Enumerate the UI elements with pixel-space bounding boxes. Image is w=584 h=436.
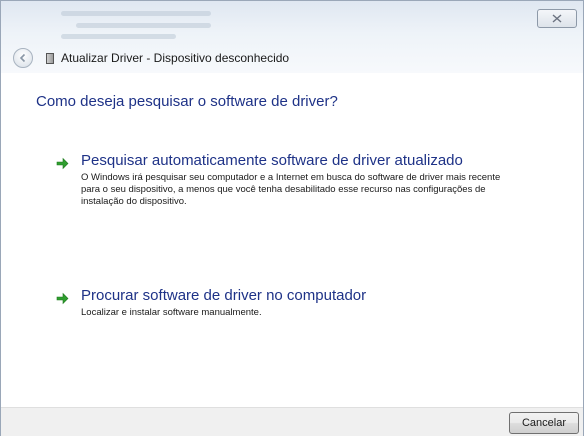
device-icon (46, 52, 54, 64)
page-question: Como deseja pesquisar o software de driv… (36, 93, 338, 110)
back-arrow-icon (19, 53, 26, 63)
back-button[interactable] (13, 48, 33, 68)
close-icon (552, 14, 562, 23)
option-description: Localizar e instalar software manualment… (81, 307, 262, 318)
dialog-content: Como deseja pesquisar o software de driv… (1, 73, 583, 407)
green-arrow-icon (56, 292, 69, 305)
title-bar: Atualizar Driver - Dispositivo desconhec… (1, 1, 583, 73)
blurred-background (61, 34, 176, 39)
header-row: Atualizar Driver - Dispositivo desconhec… (13, 48, 289, 68)
option-title[interactable]: Pesquisar automaticamente software de dr… (81, 152, 463, 169)
green-arrow-icon (56, 157, 69, 170)
blurred-background (76, 23, 211, 28)
close-button[interactable] (537, 9, 577, 28)
option-title[interactable]: Procurar software de driver no computado… (81, 287, 366, 304)
driver-update-dialog: Atualizar Driver - Dispositivo desconhec… (0, 0, 584, 436)
dialog-footer: Cancelar (1, 407, 583, 436)
option-description: O Windows irá pesquisar seu computador e… (81, 172, 501, 207)
cancel-button[interactable]: Cancelar (509, 412, 579, 434)
window-title: Atualizar Driver - Dispositivo desconhec… (61, 51, 290, 65)
blurred-background (61, 11, 211, 16)
